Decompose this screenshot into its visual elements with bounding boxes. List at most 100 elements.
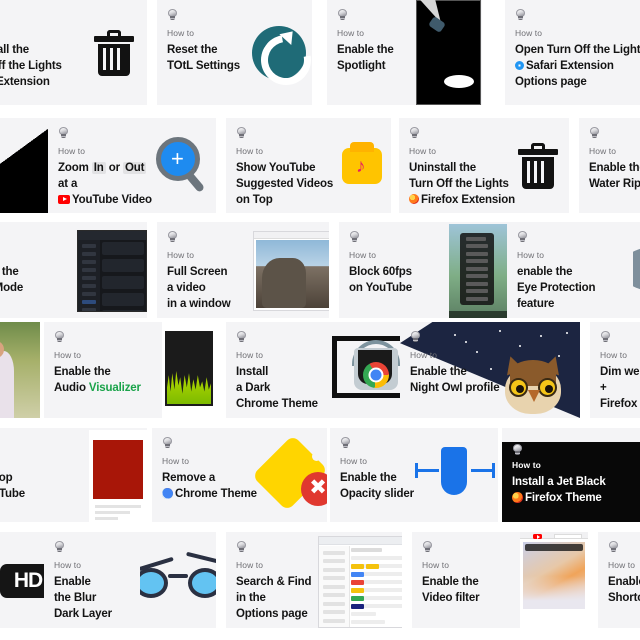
card-eyebrow: How to — [600, 350, 628, 360]
card-title: Enable the Water Ripple — [589, 161, 640, 190]
card-title: Zoom In or Out at a YouTube Video — [58, 161, 152, 207]
card-eyebrow: How to — [54, 560, 82, 570]
lightbulb-icon — [517, 231, 528, 243]
card-video-filter[interactable]: How to Enable the Video filter — [412, 532, 588, 628]
lightbulb-icon — [515, 9, 526, 21]
card-eyebrow: How to — [0, 28, 73, 39]
card-text: How to Enable the Spotlight — [327, 0, 414, 105]
card-title: Full Screen a video in a window — [167, 265, 231, 311]
video-filter-screenshot — [520, 532, 588, 628]
card-night-mode[interactable]: How to Enable the Night Mode — [0, 222, 147, 318]
card-uninstall-safari[interactable]: How to Uninstall the Turn Off the Lights… — [0, 0, 147, 105]
lightbulb-icon — [167, 9, 178, 21]
card-title: Install a Dark Chrome Theme — [236, 365, 318, 411]
lightbulb-icon — [236, 127, 247, 139]
lightbulb-icon — [236, 331, 247, 343]
card-enable-spotlight[interactable]: How to Enable the Spotlight — [327, 0, 482, 105]
fullscreen-video-screenshot — [253, 222, 329, 318]
trash-icon — [81, 0, 147, 105]
card-title: Enable the Shortcut — [608, 575, 640, 604]
card-text: How to Enable the Blur Dark Layer — [44, 532, 140, 628]
card-eyebrow: How to — [337, 28, 365, 38]
lightbulb-icon — [58, 127, 69, 139]
card-opacity-slider[interactable]: How to Enable the Opacity slider — [330, 428, 498, 522]
reset-icon — [246, 0, 312, 105]
card-text: How to Dim web + Firefox Touch — [590, 322, 640, 418]
card-title: Enable the Audio Visualizer — [54, 365, 141, 394]
card-audio-visualizer[interactable]: How to Enable the Audio Visualizer — [44, 322, 216, 418]
highlight-visualizer: Visualizer — [88, 381, 141, 394]
card-eyebrow: How to — [409, 146, 437, 156]
lightbulb-icon — [409, 127, 420, 139]
card-text: How to Uninstall the Turn Off the Lights… — [0, 0, 81, 105]
card-left-photo-partial[interactable] — [0, 322, 40, 418]
card-open-safari-options[interactable]: How to Open Turn Off the Lights Safari E… — [505, 0, 640, 105]
card-title: Enable the Night Mode — [0, 265, 24, 294]
card-eyebrow: How to — [608, 560, 636, 570]
magnifier-zoom-icon: + — [154, 118, 216, 213]
card-text: How to Enable the Night Owl profile — [400, 322, 580, 418]
card-show-suggested[interactable]: How to Show YouTube Suggested Videos on … — [226, 118, 391, 213]
card-text: How to Install a Dark Chrome Theme — [226, 322, 320, 418]
card-text: How to Search & Find in the Options page — [226, 532, 318, 628]
card-title: Install a Jet Black Firefox Theme — [512, 475, 606, 504]
dark-mode-screenshot — [75, 222, 147, 318]
card-night-owl[interactable]: How to Enable the Night Owl profile — [400, 322, 580, 418]
card-water-ripple[interactable]: How to Enable the Water Ripple — [579, 118, 640, 213]
lightbulb-icon — [340, 437, 351, 449]
card-eyebrow: How to — [236, 146, 264, 156]
lightbulb-icon — [600, 331, 611, 343]
card-eyebrow: How to — [58, 146, 86, 156]
lightbulb-icon — [54, 331, 65, 343]
card-eyebrow: How to — [0, 456, 81, 467]
card-text: How to Enable the Opacity slider — [330, 428, 414, 522]
card-autostop-youtube[interactable]: How to AutoStop on YouTube — [0, 428, 147, 522]
card-text: How to Remove a Chrome Theme — [152, 428, 257, 522]
card-text: How to Enable the Night Mode — [0, 222, 75, 318]
card-eyebrow: How to — [162, 456, 190, 466]
card-text: How to AutoStop on YouTube — [0, 428, 89, 522]
card-title: Search & Find in the Options page — [236, 575, 312, 621]
card-text: How to Install a Jet Black Firefox Theme — [502, 428, 640, 522]
card-text: How to Reset the TOtL Settings — [157, 0, 246, 105]
youtube-icon — [58, 195, 70, 205]
card-zoom-youtube[interactable]: How to Zoom In or Out at a YouTube Video… — [48, 118, 216, 213]
firefox-icon — [512, 491, 523, 503]
keyword-out: Out — [122, 161, 147, 174]
card-title: Uninstall the Turn Off the Lights Firefo… — [409, 161, 515, 207]
card-text: How to enable the Eye Protection feature — [507, 222, 633, 318]
card-hd-badge[interactable]: HD — [0, 532, 44, 628]
card-remove-chrome-theme[interactable]: How to Remove a Chrome Theme ✖ — [152, 428, 327, 522]
lightbulb-icon — [512, 444, 523, 456]
lightbulb-icon — [349, 231, 360, 243]
card-full-screen-video[interactable]: How to Full Screen a video in a window — [157, 222, 329, 318]
card-dark-chrome-theme[interactable]: How to Install a Dark Chrome Theme — [226, 322, 418, 418]
autostop-screenshot — [89, 428, 147, 522]
card-title: Remove a Chrome Theme — [162, 471, 257, 500]
card-reset-totl[interactable]: How to Reset the TOtL Settings — [157, 0, 312, 105]
card-eyebrow: How to — [515, 28, 543, 38]
lightbulb-icon — [410, 331, 421, 343]
card-eyebrow: How to — [0, 250, 67, 261]
card-title: Reset the TOtL Settings — [167, 43, 241, 72]
card-dim-web-firefox[interactable]: How to Dim web + Firefox Touch — [590, 322, 640, 418]
card-enable-shortcut[interactable]: How to Enable the Shortcut — [598, 532, 640, 628]
card-blur-dark-layer[interactable]: How to Enable the Blur Dark Layer — [44, 532, 216, 628]
card-eyebrow: How to — [349, 250, 377, 260]
hd-badge: HD — [0, 532, 44, 628]
card-eye-protection[interactable]: How to enable the Eye Protection feature — [507, 222, 640, 318]
lightbulb-icon — [337, 9, 348, 21]
lightbulb-icon — [162, 437, 173, 449]
card-title: Open Turn Off the Lights Safari Extensio… — [515, 43, 640, 89]
card-search-find-options[interactable]: How to Search & Find in the Options page — [226, 532, 402, 628]
lightbulb-icon — [589, 127, 600, 139]
card-uninstall-firefox[interactable]: How to Uninstall the Turn Off the Lights… — [399, 118, 569, 213]
card-jet-black-firefox[interactable]: New Tab How to Install a Jet Black Firef… — [502, 428, 640, 522]
lightbulb-icon — [422, 541, 433, 553]
card-text: How to Enable the Water Ripple — [579, 118, 640, 213]
card-title: AutoStop on YouTube — [0, 471, 26, 500]
lightbulb-icon — [54, 541, 65, 553]
card-block-60fps[interactable]: How to Block 60fps on YouTube — [339, 222, 517, 318]
lightbulb-icon — [236, 541, 247, 553]
remove-tag-icon: ✖ — [249, 428, 327, 522]
